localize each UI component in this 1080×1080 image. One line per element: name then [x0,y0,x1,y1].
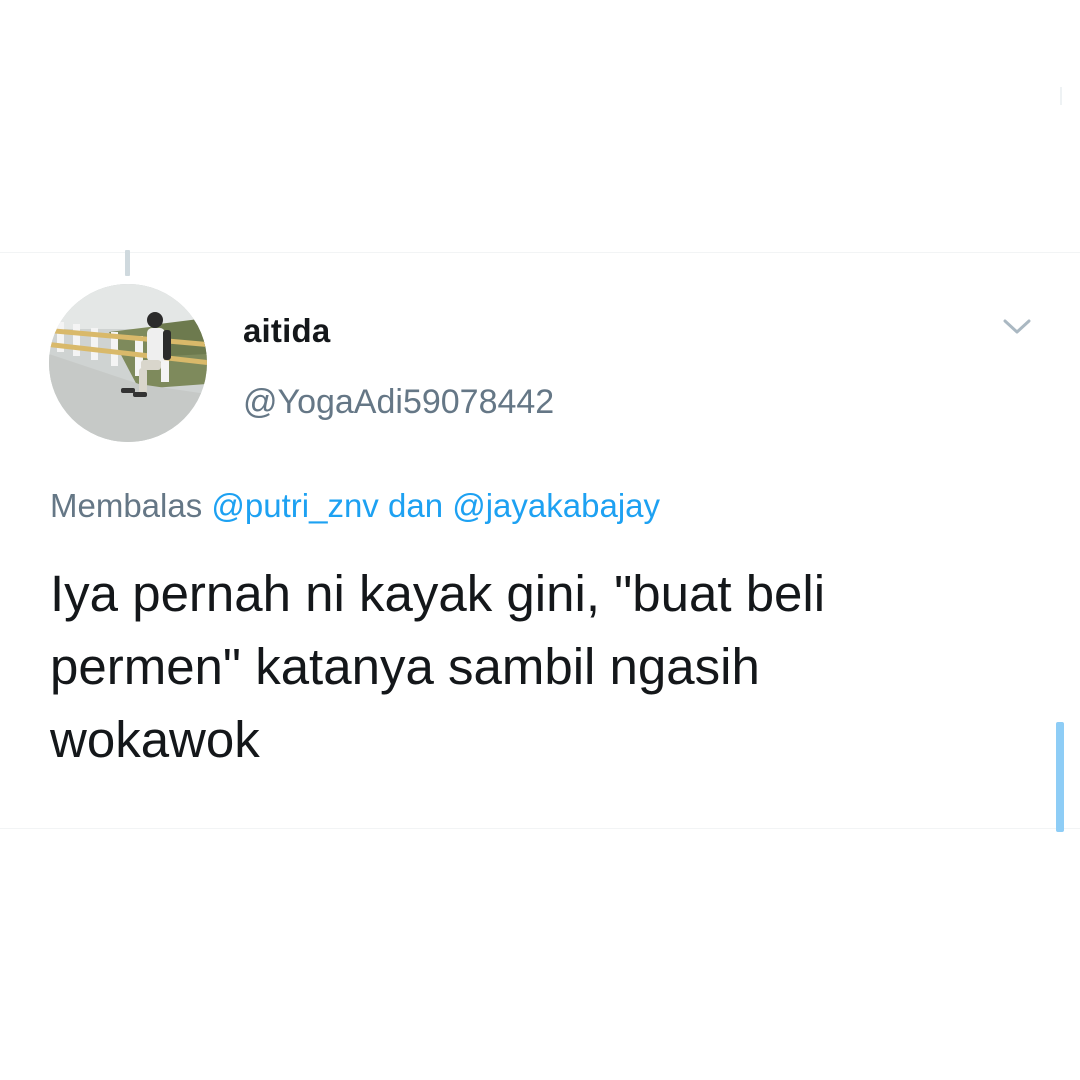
tweet-text: Iya pernah ni kayak gini, "buat beli per… [50,557,1030,776]
thread-connector-line [125,250,130,276]
display-name[interactable]: aitida [243,312,330,350]
avatar[interactable] [49,284,207,442]
scrollbar[interactable] [1056,722,1064,832]
tweet-text-line: Iya pernah ni kayak gini, "buat beli [50,565,826,622]
user-handle[interactable]: @YogaAdi59078442 [243,383,554,422]
avatar-photo [49,284,207,442]
reply-prefix: Membalas [50,487,203,524]
tweet-text-line: wokawok [50,711,260,768]
reply-context: Membalas @putri_znv dan @jayakabajay [50,487,660,525]
divider [1060,87,1062,105]
chevron-down-icon[interactable] [1000,312,1034,340]
mention-link[interactable]: @putri_znv [211,487,378,524]
reply-joiner[interactable]: dan [388,487,443,524]
tweet-text-line: permen" katanya sambil ngasih [50,638,760,695]
tweet-screenshot: aitida @YogaAdi59078442 Membalas @putri_… [0,0,1080,1080]
mention-link[interactable]: @jayakabajay [452,487,660,524]
